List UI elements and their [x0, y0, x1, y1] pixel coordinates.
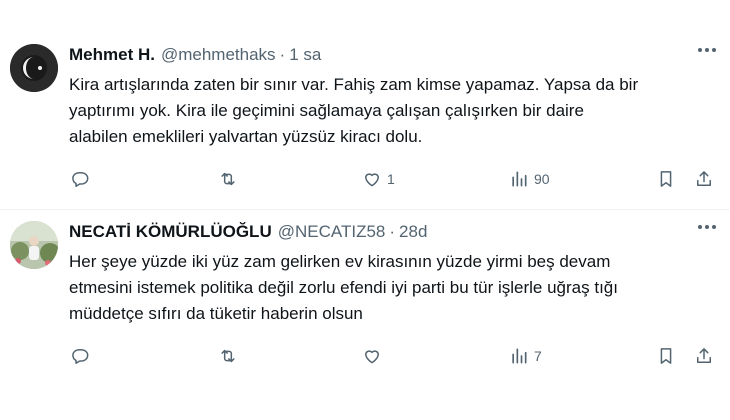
repost-icon [221, 172, 235, 186]
tweet-text-line: müddetçe sıfırı da tüketir haberin olsun [69, 304, 363, 323]
tweet-actions: 7 [0, 344, 730, 368]
tweet-time[interactable]: 1 sa [289, 45, 321, 65]
avatar-image [10, 221, 58, 269]
like-button[interactable] [362, 344, 387, 368]
repost-icon [221, 349, 235, 363]
share-button[interactable] [694, 167, 714, 191]
reply-icon [72, 172, 89, 187]
tweet-header: NECATİ KÖMÜRLÜOĞLU @NECATIZ58 · 28d [69, 221, 427, 243]
tweet-text-line: yaptırımı yok. Kira ile geçimini sağlama… [69, 101, 584, 120]
more-icon[interactable] [698, 48, 716, 52]
avatar-image [10, 44, 58, 92]
tweet-actions: 1 90 [0, 167, 730, 191]
more-icon[interactable] [698, 225, 716, 229]
avatar[interactable] [10, 44, 58, 92]
tweet-text: Her şeye yüzde iki yüz zam gelirken ev k… [69, 249, 719, 327]
like-count: 1 [387, 171, 395, 187]
like-icon [365, 173, 379, 187]
like-icon [365, 350, 379, 364]
views-button[interactable]: 7 [509, 344, 542, 368]
author-handle[interactable]: @mehmethaks [161, 45, 276, 65]
reply-icon [72, 349, 89, 364]
author-handle[interactable]: @NECATIZ58 [278, 222, 386, 242]
author-name[interactable]: Mehmet H. [69, 45, 155, 65]
tweet-text: Kira artışlarında zaten bir sınır var. F… [69, 72, 719, 150]
views-icon [512, 171, 527, 187]
tweet-text-line: alabilen emeklileri yalvartan yüzsüz kir… [69, 127, 423, 146]
view-count: 90 [534, 171, 550, 187]
tweet-header: Mehmet H. @mehmethaks · 1 sa [69, 44, 321, 66]
tweet[interactable]: Mehmet H. @mehmethaks · 1 sa Kira artışl… [0, 34, 730, 210]
tweet-text-line: Her şeye yüzde iki yüz zam gelirken ev k… [69, 252, 611, 271]
tweet-text-line: Kira artışlarında zaten bir sınır var. F… [69, 75, 639, 94]
repost-button[interactable] [218, 344, 243, 368]
tweet-text-line: etmesini istemek politika değil zorlu ef… [69, 278, 618, 297]
separator: · [389, 222, 396, 241]
reply-button[interactable] [71, 344, 96, 368]
views-icon [512, 348, 527, 364]
view-count: 7 [534, 348, 542, 364]
reply-button[interactable] [71, 167, 96, 191]
author-name[interactable]: NECATİ KÖMÜRLÜOĞLU [69, 222, 272, 242]
bookmark-icon [660, 171, 672, 187]
share-icon [697, 348, 711, 363]
like-button[interactable]: 1 [362, 167, 395, 191]
repost-button[interactable] [218, 167, 243, 191]
share-button[interactable] [694, 344, 714, 368]
avatar[interactable] [10, 221, 58, 269]
bookmark-icon [660, 348, 672, 364]
separator: · [279, 45, 286, 64]
bookmark-button[interactable] [656, 344, 676, 368]
tweet-time[interactable]: 28d [399, 222, 427, 242]
tweet[interactable]: NECATİ KÖMÜRLÜOĞLU @NECATIZ58 · 28d Her … [0, 211, 730, 420]
bookmark-button[interactable] [656, 167, 676, 191]
views-button[interactable]: 90 [509, 167, 550, 191]
share-icon [697, 171, 711, 186]
